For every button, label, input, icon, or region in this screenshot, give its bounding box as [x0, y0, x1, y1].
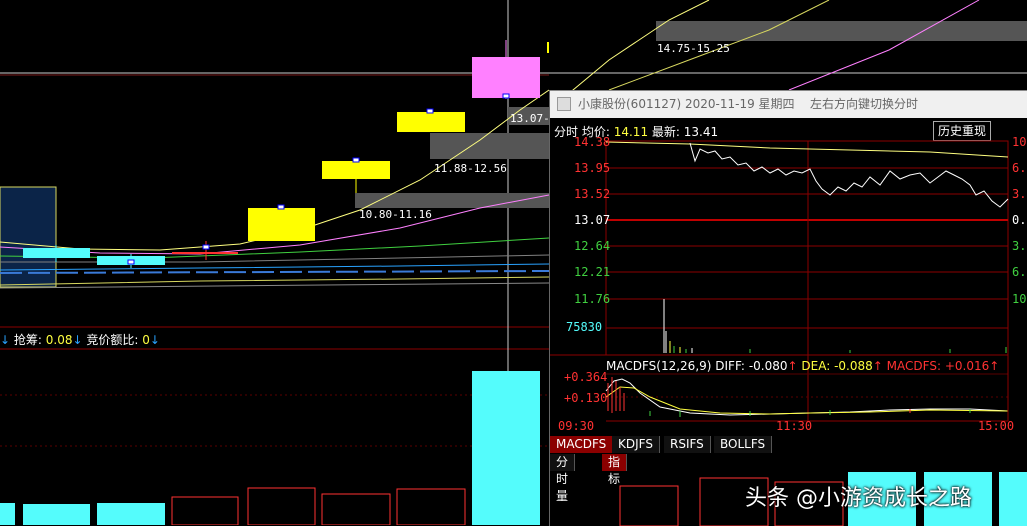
volume-label: 75830	[566, 320, 603, 334]
range-label: 10.80-11.16	[359, 208, 432, 221]
price-label: 12.21	[574, 265, 611, 279]
kline-chart[interactable]	[0, 0, 549, 525]
time-label: 15:00	[978, 419, 1015, 433]
pct-label: 10.	[1012, 135, 1027, 149]
pct-label: 6.7	[1012, 161, 1027, 175]
tab-macdfs[interactable]: MACDFS	[550, 436, 614, 453]
pct-label: 3.4	[1012, 187, 1027, 201]
price-label: 13.52	[574, 187, 611, 201]
pct-label: 3.3	[1012, 239, 1027, 253]
price-label: 14.38	[574, 135, 611, 149]
intraday-popup[interactable]: 小康股份(601127) 2020-11-19 星期四 左右方向键切换分时 分时…	[549, 90, 1027, 526]
time-label: 09:30	[558, 419, 595, 433]
pct-label: 0.0	[1012, 213, 1027, 227]
macd-header: MACDFS(12,26,9) DIFF: -0.080↑ DEA: -0.08…	[606, 359, 1000, 373]
tab-bollfs[interactable]: BOLLFS	[714, 436, 773, 453]
kline-chart-top-right	[549, 0, 1027, 90]
macd-lower-label: +0.130	[564, 391, 608, 405]
tab-indicator[interactable]: 指标	[602, 454, 628, 486]
time-label: 11:30	[776, 419, 813, 433]
tab-kdjfs[interactable]: KDJFS	[612, 436, 660, 453]
macd-upper-label: +0.364	[564, 370, 608, 384]
indicator-line: ↓ 抢筹: 0.08↓ 竞价额比: 0↓	[0, 333, 160, 347]
price-label: 13.07	[574, 213, 611, 227]
pct-label: 6.6	[1012, 265, 1027, 279]
price-label: 11.76	[574, 292, 611, 306]
range-label: 14.75-15.25	[657, 42, 730, 55]
price-label: 12.64	[574, 239, 611, 253]
tab-rsifs[interactable]: RSIFS	[664, 436, 711, 453]
tab-intraday-volume[interactable]: 分时量	[550, 454, 576, 503]
price-label: 13.95	[574, 161, 611, 175]
range-label: 11.88-12.56	[434, 162, 507, 175]
pct-label: 10.	[1012, 292, 1027, 306]
watermark: 头条 @小游资成长之路	[745, 486, 972, 511]
